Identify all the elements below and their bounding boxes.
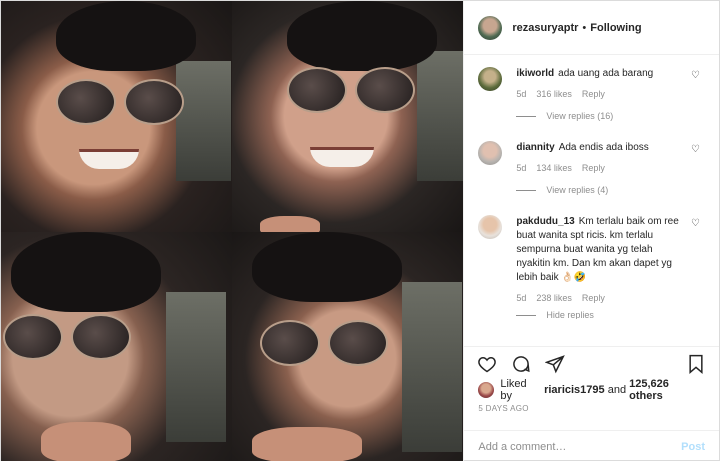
photo-tile-4: [232, 231, 464, 461]
add-comment-bar: Post: [464, 430, 719, 461]
author-username[interactable]: rezasuryaptr: [512, 22, 578, 34]
post-sidebar: rezasuryaptr • Following ikiworld ada uan…: [463, 1, 719, 461]
comments-list[interactable]: ikiworld ada uang ada barang 5d 316 likes…: [464, 55, 719, 346]
likes-count[interactable]: 125,626 others: [629, 378, 705, 402]
following-button[interactable]: Following: [590, 22, 641, 34]
replies-divider: [516, 314, 537, 316]
view-replies[interactable]: View replies (4): [516, 185, 705, 195]
replies-divider: [516, 189, 537, 191]
commenter-avatar[interactable]: [478, 141, 503, 165]
photo-tile-1: [1, 1, 233, 232]
photo-tile-3: [1, 231, 233, 461]
author-avatar[interactable]: [478, 15, 503, 40]
reply-button[interactable]: Reply: [582, 89, 605, 99]
post-image[interactable]: [1, 1, 464, 461]
instagram-post: rezasuryaptr • Following ikiworld ada uan…: [0, 0, 720, 461]
commenter-avatar[interactable]: [478, 215, 503, 239]
comment-age[interactable]: 5d: [516, 163, 526, 173]
photo-tile-2: [232, 1, 464, 232]
commenter-username[interactable]: diannity: [516, 142, 554, 153]
post-header: rezasuryaptr • Following: [464, 1, 719, 55]
share-icon[interactable]: [544, 353, 566, 375]
comment-likes[interactable]: 134 likes: [536, 163, 572, 173]
view-replies-label[interactable]: View replies (4): [546, 185, 608, 195]
reply-button[interactable]: Reply: [582, 293, 605, 303]
comment-item: pakdudu_13 Km terlalu baik om ree buat wa…: [478, 215, 705, 303]
hide-replies-label[interactable]: Hide replies: [546, 311, 594, 319]
view-replies-label[interactable]: View replies (16): [546, 111, 613, 121]
comment-likes[interactable]: 316 likes: [536, 89, 572, 99]
comment-likes[interactable]: 238 likes: [536, 293, 572, 303]
commenter-username[interactable]: ikiworld: [516, 68, 554, 79]
comment-item: ikiworld ada uang ada barang 5d 316 likes…: [478, 67, 705, 99]
commenter-avatar[interactable]: [478, 67, 503, 91]
view-replies[interactable]: View replies (16): [516, 111, 705, 121]
hide-replies[interactable]: Hide replies: [516, 311, 705, 319]
bookmark-icon[interactable]: [685, 353, 707, 375]
commenter-username[interactable]: pakdudu_13: [516, 216, 574, 227]
liker-avatar[interactable]: [478, 382, 495, 398]
likes-conj: and: [607, 384, 627, 396]
comment-age[interactable]: 5d: [516, 293, 526, 303]
post-date[interactable]: 5 DAYS AGO: [464, 400, 719, 418]
reply-button[interactable]: Reply: [582, 163, 605, 173]
comment-text: ada uang ada barang: [558, 68, 654, 79]
comment-age[interactable]: 5d: [516, 89, 526, 99]
comment-like-heart-icon[interactable]: ♡: [691, 145, 701, 155]
likes-prefix: Liked by: [500, 378, 527, 402]
comment-text: Ada endis ada iboss: [558, 142, 649, 153]
action-bar: [464, 346, 719, 380]
liker-username[interactable]: riaricis1795: [544, 384, 605, 396]
comment-icon[interactable]: [510, 353, 532, 375]
replies-divider: [516, 115, 537, 117]
post-comment-button[interactable]: Post: [681, 441, 705, 453]
comment-like-heart-icon[interactable]: ♡: [691, 219, 701, 229]
header-separator: •: [582, 21, 587, 34]
likes-summary: Liked by riaricis1795 and 125,626 others: [464, 378, 719, 402]
comment-item: diannity Ada endis ada iboss 5d 134 likes…: [478, 141, 705, 173]
add-comment-input[interactable]: [478, 440, 682, 453]
heart-icon[interactable]: [476, 353, 498, 375]
comment-like-heart-icon[interactable]: ♡: [691, 71, 701, 81]
